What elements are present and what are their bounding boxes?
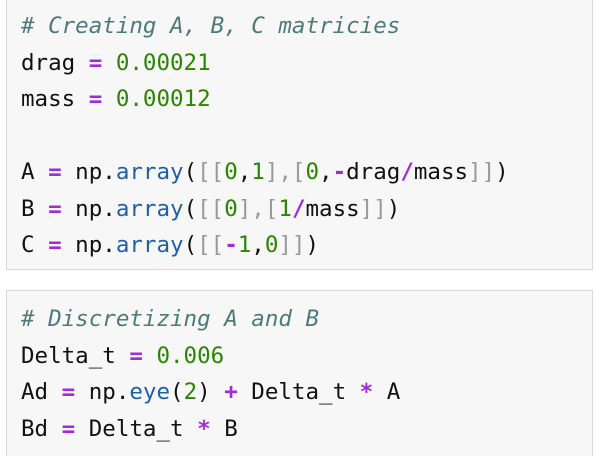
code-token: # Discretizing A and B bbox=[21, 306, 320, 332]
code-token: / bbox=[400, 159, 414, 185]
code-token: np. bbox=[75, 379, 130, 405]
code-token: = bbox=[48, 159, 62, 185]
code-token: Delta_t bbox=[237, 379, 360, 405]
code-token: = bbox=[129, 342, 143, 369]
code-token: , bbox=[237, 159, 252, 185]
code-token: ]] bbox=[468, 159, 496, 185]
code-token: A bbox=[21, 159, 35, 185]
code-token: Ad bbox=[21, 379, 49, 405]
code-line: Ad = np.eye(2) + Delta_t * A bbox=[21, 374, 400, 411]
code-token: [[ bbox=[197, 159, 225, 185]
code-token: / bbox=[291, 195, 306, 222]
code-token: * bbox=[359, 379, 374, 405]
code-line: Bd = Delta_t * B bbox=[21, 411, 400, 448]
code-token: - bbox=[332, 159, 347, 185]
code-token: Bd bbox=[21, 415, 49, 442]
code-token: ) bbox=[305, 232, 320, 258]
code-token: ]] bbox=[359, 195, 387, 222]
code-token: ) bbox=[197, 379, 225, 405]
code-token: np. bbox=[61, 195, 116, 222]
code-line: A = np.array([[0,1],[0,-drag/mass]]) bbox=[21, 154, 509, 191]
code-token: - bbox=[224, 232, 238, 258]
code-token: , bbox=[251, 232, 265, 258]
code-token: drag bbox=[21, 49, 76, 76]
code-token: ( bbox=[183, 195, 198, 222]
code-token: 0 bbox=[224, 159, 238, 185]
code-cell-discretization[interactable]: # Discretizing A and B Delta_t = 0.006 Ad … bbox=[6, 290, 593, 456]
code-token: 0 bbox=[305, 159, 320, 185]
code-token: mass bbox=[305, 195, 360, 222]
code-token: 0.00021 bbox=[115, 49, 211, 76]
code-token: ( bbox=[183, 232, 198, 258]
code-token: + bbox=[224, 379, 238, 405]
code-token: ( bbox=[183, 159, 198, 185]
code-token: = bbox=[61, 415, 76, 442]
code-line: # Discretizing A and B bbox=[21, 301, 400, 338]
code-token: 1 bbox=[251, 159, 265, 185]
code-token: = bbox=[88, 49, 103, 76]
code-token: = bbox=[48, 195, 62, 222]
code-token: 0 bbox=[224, 195, 238, 222]
code-token: ]] bbox=[278, 232, 306, 258]
code-token: mass bbox=[21, 86, 76, 112]
code-token: np. bbox=[61, 232, 116, 258]
code-token: , bbox=[319, 159, 333, 185]
code-token: = bbox=[88, 86, 103, 112]
code-token: ],[ bbox=[264, 159, 306, 185]
code-token: A bbox=[373, 379, 401, 405]
code-line: # Creating A, B, C matricies bbox=[21, 8, 509, 45]
code-token: 0.006 bbox=[156, 342, 225, 369]
code-token: mass bbox=[413, 159, 469, 185]
code-editor-matrices[interactable]: # Creating A, B, C matricies drag = 0.000… bbox=[21, 8, 509, 264]
code-token: ) bbox=[495, 159, 509, 185]
code-token: B bbox=[210, 415, 238, 442]
code-line: B = np.array([[0],[1/mass]]) bbox=[21, 191, 509, 228]
code-token: 1 bbox=[237, 232, 252, 258]
code-token: 1 bbox=[278, 195, 292, 222]
code-line: drag = 0.00021 bbox=[21, 45, 509, 82]
code-cell-matrices[interactable]: # Creating A, B, C matricies drag = 0.000… bbox=[6, 0, 593, 270]
code-token: drag bbox=[346, 159, 401, 185]
code-token: np. bbox=[61, 159, 116, 185]
code-token: = bbox=[61, 379, 76, 405]
code-line: Delta_t = 0.006 bbox=[21, 338, 400, 375]
code-token: ],[ bbox=[237, 195, 279, 222]
code-token: array bbox=[115, 159, 184, 185]
code-line: C = np.array([[-1,0]]) bbox=[21, 227, 509, 264]
code-token: 0.00012 bbox=[115, 86, 211, 112]
code-token: 0 bbox=[264, 232, 279, 258]
code-token: * bbox=[197, 415, 211, 442]
code-editor-discretization[interactable]: # Discretizing A and B Delta_t = 0.006 Ad … bbox=[21, 301, 400, 447]
code-token: ) bbox=[386, 195, 401, 222]
code-token: array bbox=[115, 195, 184, 222]
code-token: ( bbox=[170, 379, 184, 405]
code-token: B bbox=[21, 195, 35, 222]
code-token: array bbox=[115, 232, 184, 258]
code-token: 2 bbox=[183, 379, 198, 405]
code-token: [[ bbox=[197, 232, 225, 258]
code-token: Delta_t bbox=[21, 342, 116, 369]
code-token: # Creating A, B, C matricies bbox=[21, 13, 401, 39]
code-token: = bbox=[48, 232, 62, 258]
code-token: Delta_t bbox=[75, 415, 198, 442]
code-token: eye bbox=[129, 379, 171, 405]
code-token: C bbox=[21, 232, 35, 258]
code-line: mass = 0.00012 bbox=[21, 81, 509, 118]
code-token: [[ bbox=[197, 195, 225, 222]
